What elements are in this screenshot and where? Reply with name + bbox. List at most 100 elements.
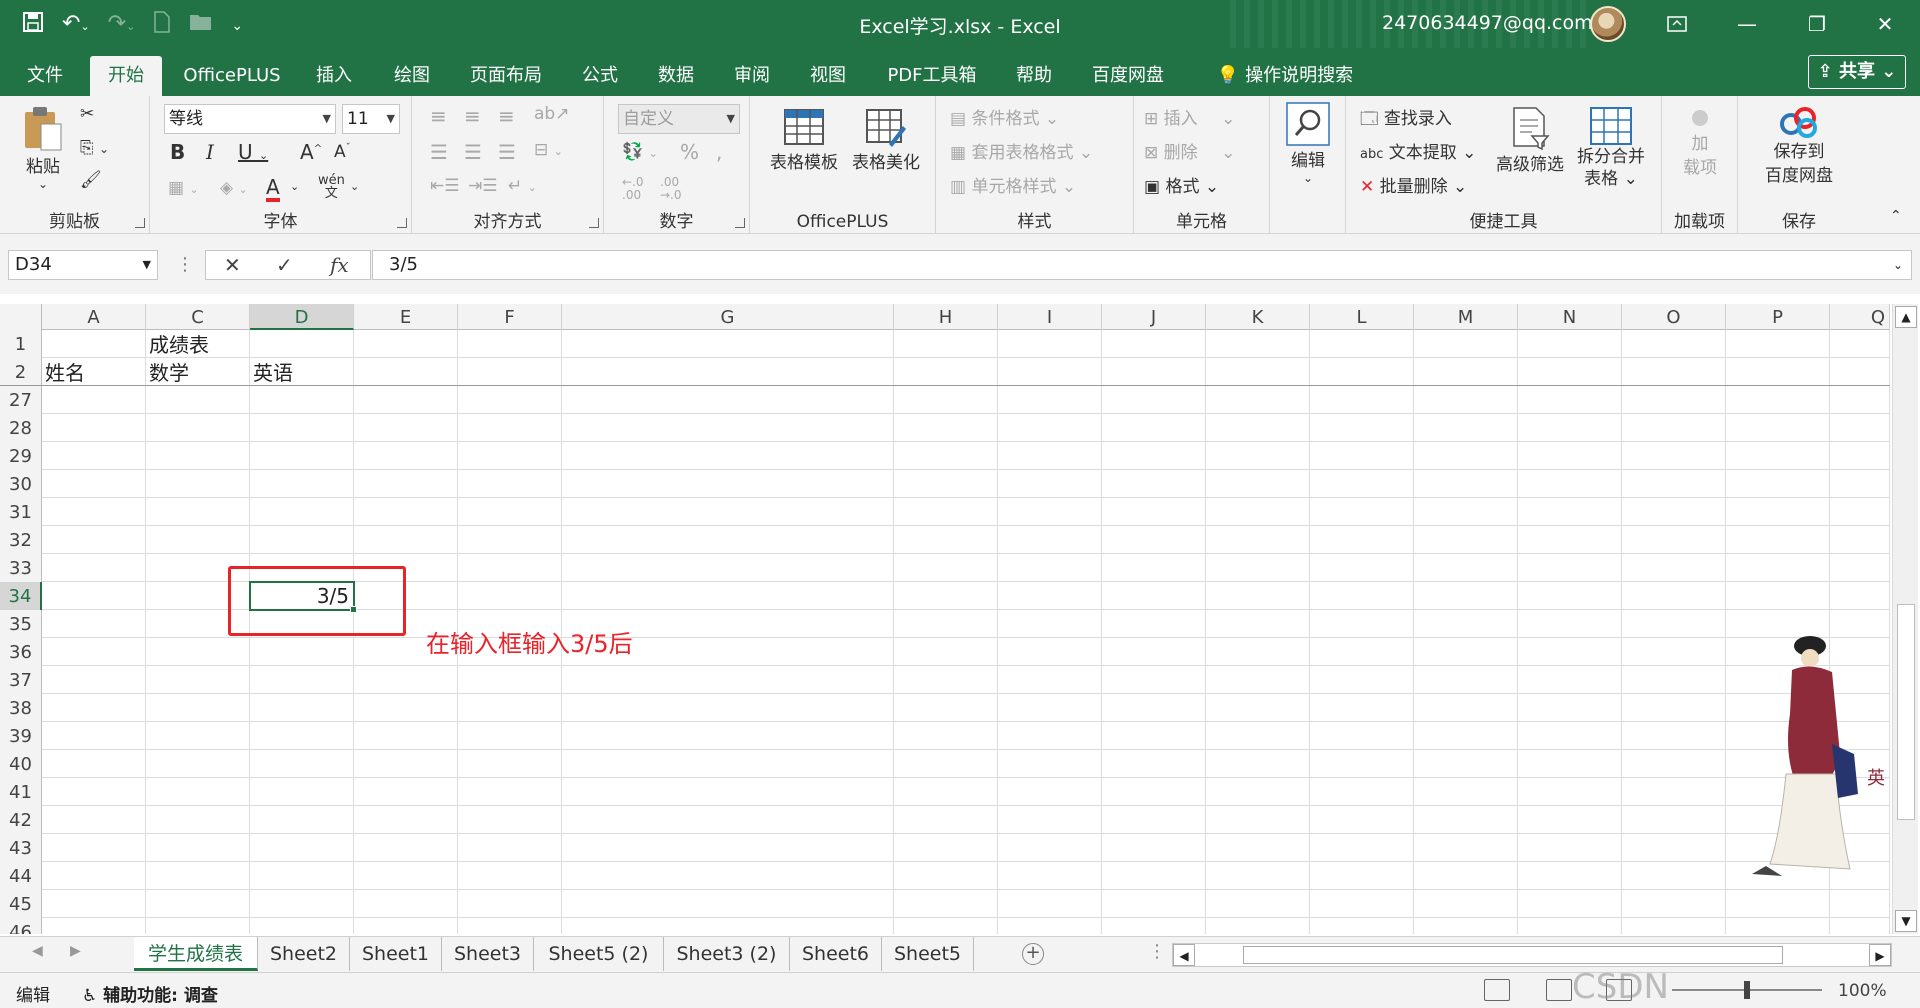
wrap-text-icon[interactable]: ↵ ⌄: [508, 176, 537, 196]
cell[interactable]: [998, 386, 1102, 414]
cell[interactable]: [250, 918, 354, 934]
cell[interactable]: [1414, 638, 1518, 666]
cell[interactable]: [998, 862, 1102, 890]
cell[interactable]: [458, 918, 562, 934]
conditional-format-button[interactable]: ▤ 条件格式 ⌄: [950, 104, 1059, 129]
cell[interactable]: [1310, 918, 1414, 934]
cell[interactable]: [1830, 890, 1890, 918]
number-launcher-icon[interactable]: [735, 218, 745, 228]
cell[interactable]: [1102, 526, 1206, 554]
cell[interactable]: [1518, 442, 1622, 470]
cell[interactable]: [1206, 666, 1310, 694]
cell[interactable]: [998, 834, 1102, 862]
cell[interactable]: [894, 526, 998, 554]
cell[interactable]: [250, 442, 354, 470]
tab-formulas[interactable]: 公式: [570, 56, 630, 96]
cell[interactable]: [1414, 610, 1518, 638]
cell[interactable]: [250, 750, 354, 778]
cell[interactable]: [1102, 330, 1206, 358]
cell[interactable]: [894, 778, 998, 806]
cell[interactable]: [1518, 834, 1622, 862]
customize-qat-icon[interactable]: ⌄: [231, 12, 243, 40]
cell[interactable]: [894, 918, 998, 934]
cell[interactable]: [894, 834, 998, 862]
cell[interactable]: [1726, 498, 1830, 526]
tab-data[interactable]: 数据: [646, 56, 706, 96]
paste-button[interactable]: 粘贴 ⌄: [14, 104, 72, 191]
cell[interactable]: [1726, 918, 1830, 934]
scroll-left-icon[interactable]: ◀: [1173, 944, 1195, 966]
cell[interactable]: [1518, 330, 1622, 358]
restore-icon[interactable]: ❐: [1782, 0, 1852, 48]
cell[interactable]: [42, 750, 146, 778]
cell[interactable]: [1414, 442, 1518, 470]
column-header-j[interactable]: J: [1102, 304, 1206, 330]
cell[interactable]: [1622, 778, 1726, 806]
cell[interactable]: [1310, 582, 1414, 610]
cell[interactable]: [250, 386, 354, 414]
align-left-icon[interactable]: ☰: [430, 140, 448, 164]
cell[interactable]: [1206, 610, 1310, 638]
open-file-icon[interactable]: [189, 12, 213, 40]
cell[interactable]: [354, 442, 458, 470]
column-header-g[interactable]: G: [562, 304, 894, 330]
cell[interactable]: [1518, 722, 1622, 750]
align-center-icon[interactable]: ☰: [464, 140, 482, 164]
cell[interactable]: [562, 666, 894, 694]
cell[interactable]: 姓名: [42, 358, 146, 386]
row-header[interactable]: 27: [0, 386, 42, 414]
cell[interactable]: [1830, 386, 1890, 414]
cell[interactable]: [250, 778, 354, 806]
cell[interactable]: [354, 778, 458, 806]
cell[interactable]: [894, 750, 998, 778]
cell[interactable]: [1102, 722, 1206, 750]
cell[interactable]: [1102, 918, 1206, 934]
cell[interactable]: [1518, 582, 1622, 610]
cell[interactable]: 英语: [250, 358, 354, 386]
cell[interactable]: [894, 582, 998, 610]
comma-style-icon[interactable]: ,: [716, 140, 722, 164]
cell[interactable]: [562, 694, 894, 722]
cell[interactable]: [354, 890, 458, 918]
clipboard-launcher-icon[interactable]: [135, 218, 145, 228]
cell[interactable]: [146, 806, 250, 834]
cell[interactable]: [42, 918, 146, 934]
cell[interactable]: [562, 918, 894, 934]
chevron-down-icon[interactable]: ⌄: [290, 180, 299, 193]
cell[interactable]: [1414, 722, 1518, 750]
decrease-font-icon[interactable]: Aˇ: [334, 142, 351, 162]
cell[interactable]: [458, 526, 562, 554]
cell[interactable]: [1726, 526, 1830, 554]
cell[interactable]: [1622, 694, 1726, 722]
cell[interactable]: [146, 750, 250, 778]
cancel-icon[interactable]: ✕: [224, 253, 241, 277]
cell[interactable]: [146, 470, 250, 498]
cell[interactable]: [354, 526, 458, 554]
ribbon-display-icon[interactable]: [1642, 0, 1712, 48]
tab-baidu[interactable]: 百度网盘: [1082, 56, 1174, 96]
copy-icon[interactable]: ⎘ ⌄: [80, 138, 109, 158]
cell[interactable]: [1102, 610, 1206, 638]
cell[interactable]: [1830, 554, 1890, 582]
cell[interactable]: [1518, 498, 1622, 526]
font-name-combo[interactable]: 等线 ▼: [164, 104, 336, 134]
decrease-indent-icon[interactable]: ⇤☰: [430, 176, 459, 196]
cell[interactable]: [1206, 722, 1310, 750]
row-header[interactable]: 42: [0, 806, 42, 834]
currency-icon[interactable]: 💱 ⌄: [622, 142, 658, 162]
cell[interactable]: [998, 694, 1102, 722]
cell[interactable]: [458, 722, 562, 750]
phonetic-icon[interactable]: wén 文: [318, 174, 345, 200]
cell[interactable]: [562, 414, 894, 442]
cell[interactable]: [894, 414, 998, 442]
cell[interactable]: [1310, 694, 1414, 722]
cell[interactable]: [146, 498, 250, 526]
tell-me-search[interactable]: 💡 操作说明搜索: [1200, 56, 1370, 96]
normal-view-icon[interactable]: [1484, 979, 1510, 1001]
tab-insert[interactable]: 插入: [304, 56, 364, 96]
cell[interactable]: [1414, 778, 1518, 806]
delete-cells-button[interactable]: ⊠ 删除 ⌄: [1144, 138, 1235, 163]
cell[interactable]: [458, 694, 562, 722]
cell[interactable]: [1206, 526, 1310, 554]
cell[interactable]: [1518, 526, 1622, 554]
